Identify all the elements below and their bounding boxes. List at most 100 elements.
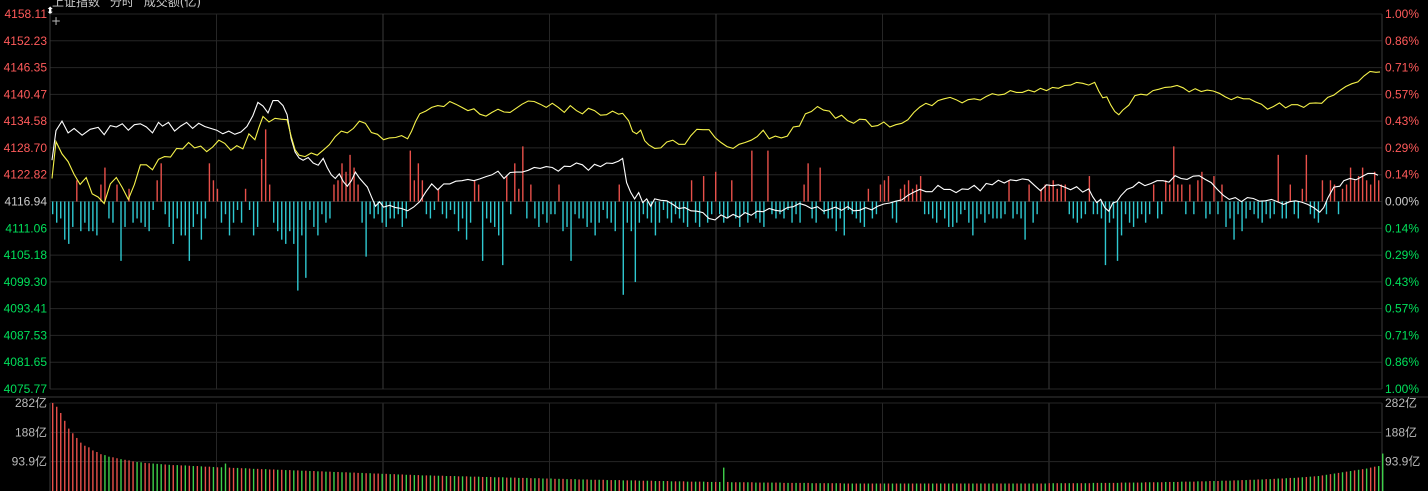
- y-tick-label-left: 4075.77: [4, 382, 48, 396]
- volume-bar: [795, 482, 797, 491]
- volume-bar: [964, 483, 966, 491]
- volume-bar: [879, 483, 882, 491]
- tick-bar: [385, 201, 387, 227]
- tick-bar: [64, 201, 66, 240]
- tick-bar: [1289, 184, 1291, 202]
- volume-bar: [1321, 475, 1324, 491]
- chart-canvas[interactable]: 4158.11 1.00% 4152.23 0.86% 4146.35 0.71% 4140…: [0, 0, 1428, 491]
- tick-bar: [317, 201, 319, 236]
- volume-bar: [658, 481, 661, 491]
- volume-bar: [240, 468, 243, 491]
- volume-bar: [1144, 482, 1147, 491]
- volume-bar: [1048, 483, 1050, 491]
- volume-bar: [759, 482, 761, 491]
- volume-bar: [192, 466, 195, 491]
- tick-bar: [751, 150, 753, 202]
- tick-bar: [441, 201, 444, 215]
- tick-bar: [1321, 180, 1324, 202]
- volume-bar: [851, 483, 854, 491]
- volume-bar: [815, 483, 817, 491]
- volume-bar: [606, 480, 608, 491]
- volume-bar: [522, 477, 524, 491]
- tick-bar: [931, 201, 934, 219]
- volume-bar: [727, 481, 729, 491]
- tick-bar: [1020, 201, 1022, 219]
- tick-bar: [731, 180, 733, 202]
- tick-bar: [984, 201, 986, 223]
- volume-bar: [188, 465, 191, 491]
- y-tick-label-left: 4087.53: [4, 328, 48, 342]
- tick-bar: [1084, 201, 1087, 215]
- tick-bar: [445, 201, 448, 219]
- volume-bar: [1213, 481, 1215, 491]
- price-line: [51, 100, 1379, 221]
- tick-bar: [1201, 171, 1203, 202]
- y-tick-label-right: 0.00%: [1385, 195, 1419, 209]
- volume-bar: [895, 483, 898, 491]
- volume-bar: [1301, 477, 1304, 491]
- volume-bar: [706, 481, 709, 491]
- tick-bar: [457, 201, 460, 232]
- volume-bar: [200, 466, 203, 491]
- intraday-chart[interactable]: 上证指数 分时 成交额(亿) ⬍ + 4158.11 1.00% 4152.23 0.…: [0, 0, 1428, 491]
- volume-bar: [1333, 473, 1336, 491]
- volume-bar: [297, 470, 299, 491]
- volume-bar: [1028, 483, 1030, 491]
- volume-bar: [176, 465, 178, 491]
- tick-bar: [522, 146, 524, 202]
- volume-bar: [1261, 479, 1263, 491]
- volume-bar: [1241, 480, 1243, 491]
- tick-bar: [763, 201, 765, 227]
- volume-bar: [682, 481, 685, 491]
- tick-bar: [940, 201, 942, 210]
- volume-bar: [164, 464, 166, 491]
- volume-bar: [566, 479, 568, 491]
- volume-bar: [787, 482, 789, 491]
- tick-bar: [108, 201, 110, 219]
- volume-bar: [1377, 466, 1380, 491]
- volume-bar: [1076, 483, 1079, 491]
- tick-bar: [1257, 201, 1259, 219]
- tick-bar: [538, 201, 540, 227]
- tick-bar: [1132, 201, 1135, 227]
- volume-bar: [1132, 482, 1135, 491]
- tick-bar: [1217, 201, 1219, 215]
- tick-bar: [277, 201, 279, 232]
- tick-bar: [662, 201, 665, 210]
- volume-bar: [136, 461, 138, 491]
- tick-bar: [1128, 201, 1131, 223]
- tick-bar: [514, 163, 516, 202]
- volume-bar: [1000, 483, 1002, 491]
- tick-bar: [1072, 201, 1075, 219]
- volume-bar: [260, 469, 263, 491]
- volume-bar: [76, 437, 78, 491]
- volume-bar: [1305, 476, 1308, 491]
- tick-bar: [638, 201, 641, 223]
- volume-bar: [1092, 482, 1095, 491]
- tick-bar: [132, 201, 134, 223]
- volume-tick-label-left: 93.9亿: [12, 454, 47, 469]
- tick-bar: [204, 201, 207, 219]
- tick-bar: [1185, 201, 1187, 215]
- tick-bar: [1357, 176, 1360, 202]
- tick-bar: [216, 188, 219, 202]
- volume-bar: [96, 451, 98, 491]
- y-tick-label-right: 0.57%: [1385, 87, 1419, 101]
- tick-bar: [1008, 180, 1010, 202]
- tick-bar: [365, 201, 367, 257]
- volume-bar: [377, 473, 379, 491]
- tick-bar: [184, 201, 186, 236]
- tick-bar: [578, 201, 580, 219]
- volume-bar: [915, 483, 918, 491]
- volume-bar: [100, 454, 102, 491]
- volume-bar: [236, 467, 239, 491]
- tick-bar: [252, 201, 255, 236]
- tick-bar: [1124, 201, 1127, 215]
- tick-bar: [1197, 180, 1199, 202]
- volume-bar: [610, 480, 612, 491]
- tick-bar: [847, 201, 849, 210]
- volume-bar: [329, 471, 331, 491]
- volume-bar: [871, 483, 874, 491]
- tick-bar: [879, 184, 882, 202]
- volume-bar: [244, 468, 247, 491]
